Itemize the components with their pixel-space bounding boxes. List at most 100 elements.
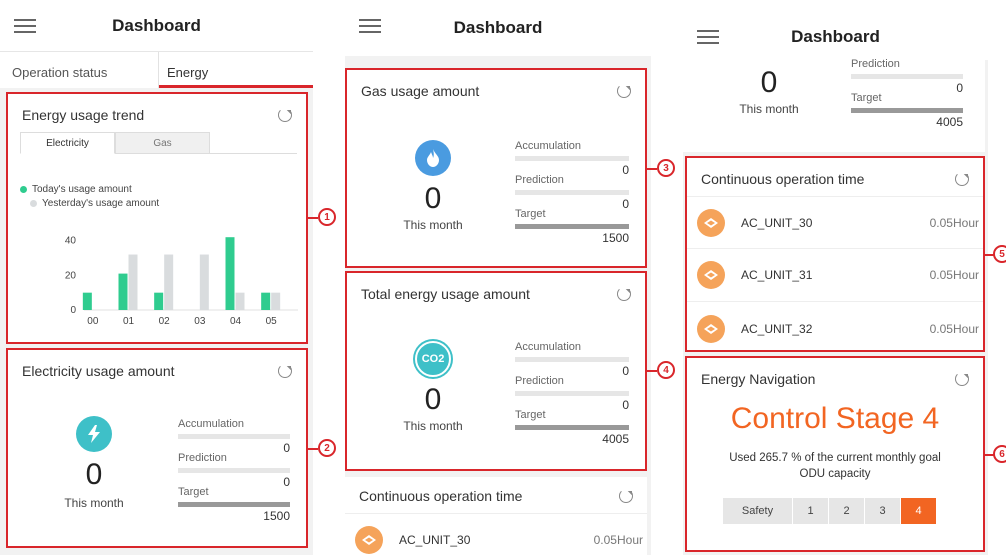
- tab-gas[interactable]: Gas: [115, 132, 210, 154]
- app-header: Dashboard: [345, 0, 651, 56]
- month-label: This month: [64, 496, 124, 510]
- gauge-label: Prediction: [851, 58, 900, 70]
- ac-unit-icon: [697, 314, 725, 343]
- gauge-value: 1500: [602, 231, 629, 245]
- card-title: Electricity usage amount: [22, 363, 175, 379]
- bar-today: [225, 237, 235, 310]
- stage-button-safety[interactable]: Safety: [723, 498, 793, 524]
- x-tick-label: 03: [194, 316, 206, 327]
- tab-bar: Operation status Energy: [0, 52, 313, 88]
- target-gauge: Target 1500: [515, 208, 629, 245]
- legend-dot-icon: [30, 200, 37, 207]
- prediction-gauge: Prediction 0: [515, 174, 629, 211]
- ac-unit-icon: [697, 261, 725, 289]
- bar-today: [261, 292, 271, 310]
- accumulation-gauge: Accumulation 0: [515, 341, 629, 378]
- gauge-label: Target: [515, 208, 546, 220]
- refresh-icon[interactable]: [955, 172, 969, 186]
- flame-icon: [415, 140, 451, 176]
- target-gauge: Target 1500: [178, 486, 290, 523]
- refresh-icon[interactable]: [617, 84, 631, 98]
- gauge-bar: [515, 156, 629, 161]
- stage-description-line1: Used 265.7 % of the current monthly goal: [729, 452, 941, 464]
- gauge-value: 4005: [602, 432, 629, 446]
- hamburger-menu-icon[interactable]: [697, 30, 719, 45]
- x-tick-label: 05: [266, 316, 278, 327]
- stage-button-4[interactable]: 4: [901, 498, 937, 524]
- x-tick-label: 02: [159, 316, 171, 327]
- legend-today: Today's usage amount: [20, 184, 132, 195]
- list-item[interactable]: AC_UNIT_30 0.05Hour: [687, 196, 983, 249]
- legend-yesterday-label: Yesterday's usage amount: [42, 198, 160, 209]
- gauge-bar: [515, 190, 629, 195]
- app-header: Dashboard: [0, 0, 313, 52]
- gauge-label: Prediction: [515, 375, 564, 387]
- stage-selector: Safety 1 2 3 4: [723, 498, 937, 524]
- card-title: Total energy usage amount: [361, 286, 530, 302]
- app-header: Dashboard: [683, 0, 988, 60]
- list-item[interactable]: AC_UNIT_31 0.05Hour: [687, 249, 983, 302]
- gauge-bar: [178, 468, 290, 473]
- unit-hours: 0.05Hour: [929, 268, 979, 282]
- unit-name: AC_UNIT_31: [741, 268, 813, 282]
- month-label: This month: [739, 102, 799, 116]
- tab-electricity[interactable]: Electricity: [20, 132, 115, 154]
- gauge-value: 1500: [263, 509, 290, 523]
- bar-today: [154, 292, 164, 310]
- target-gauge: Target 4005: [515, 409, 629, 446]
- callout-badge-4: 4: [657, 361, 675, 379]
- stage-button-2[interactable]: 2: [829, 498, 865, 524]
- gauge-bar: [178, 502, 290, 507]
- stage-button-3[interactable]: 3: [865, 498, 901, 524]
- y-tick-label: 40: [65, 236, 77, 247]
- energy-trend-card: Energy usage trend Electricity Gas Today…: [6, 92, 308, 344]
- ac-unit-icon: [355, 525, 383, 554]
- refresh-icon[interactable]: [278, 364, 292, 378]
- refresh-icon[interactable]: [617, 287, 631, 301]
- gauge-value: 4005: [936, 115, 963, 129]
- energy-navigation-card: Energy Navigation Control Stage 4 Used 2…: [685, 356, 985, 552]
- ac-unit-icon: [697, 208, 725, 237]
- gauge-label: Prediction: [178, 452, 227, 464]
- tab-operation-status[interactable]: Operation status: [0, 52, 159, 88]
- gauge-bar: [851, 108, 963, 113]
- gauge-label: Accumulation: [178, 418, 245, 430]
- prediction-gauge: Prediction 0: [515, 375, 629, 412]
- gauge-label: Accumulation: [515, 341, 582, 353]
- bar-yesterday: [128, 254, 138, 310]
- panel-column-1: Dashboard Operation status Energy Energy…: [0, 0, 313, 555]
- tab-energy[interactable]: Energy: [159, 52, 313, 88]
- hamburger-menu-icon[interactable]: [359, 19, 381, 34]
- unit-hours: 0.05Hour: [929, 321, 979, 336]
- unit-name: AC_UNIT_30: [399, 532, 471, 547]
- callout-badge-2: 2: [318, 439, 336, 457]
- month-label: This month: [403, 419, 463, 433]
- card-title: Continuous operation time: [701, 171, 865, 187]
- control-stage-text: Control Stage 4: [730, 402, 940, 435]
- continuous-operation-card: Continuous operation time AC_UNIT_30 0.0…: [345, 477, 647, 555]
- refresh-icon[interactable]: [955, 372, 969, 386]
- accumulation-gauge: Accumulation 0: [515, 140, 629, 177]
- gauge-bar: [851, 74, 963, 79]
- chart-tab-bar: Electricity Gas: [20, 132, 297, 154]
- legend-dot-icon: [20, 186, 27, 193]
- card-title: Gas usage amount: [361, 83, 480, 99]
- gauge-bar: [515, 224, 629, 229]
- y-tick-label: 20: [65, 270, 77, 281]
- gauge-label: Target: [851, 92, 882, 104]
- refresh-icon[interactable]: [278, 108, 292, 122]
- gauge-bar: [515, 391, 629, 396]
- hamburger-menu-icon[interactable]: [14, 19, 36, 34]
- gauge-bar: [515, 425, 629, 430]
- stage-description-line2: ODU capacity: [799, 468, 871, 480]
- month-label: This month: [403, 218, 463, 232]
- refresh-icon[interactable]: [619, 489, 633, 503]
- gauge-bar: [515, 357, 629, 362]
- stage-button-1[interactable]: 1: [793, 498, 829, 524]
- callout-line: [647, 168, 657, 170]
- list-item[interactable]: AC_UNIT_30 0.05Hour: [345, 513, 647, 555]
- x-tick-label: 00: [87, 316, 99, 327]
- page-title: Dashboard: [453, 18, 543, 37]
- list-item[interactable]: AC_UNIT_32 0.05Hour: [687, 302, 983, 355]
- prediction-gauge: Prediction 0: [851, 58, 963, 95]
